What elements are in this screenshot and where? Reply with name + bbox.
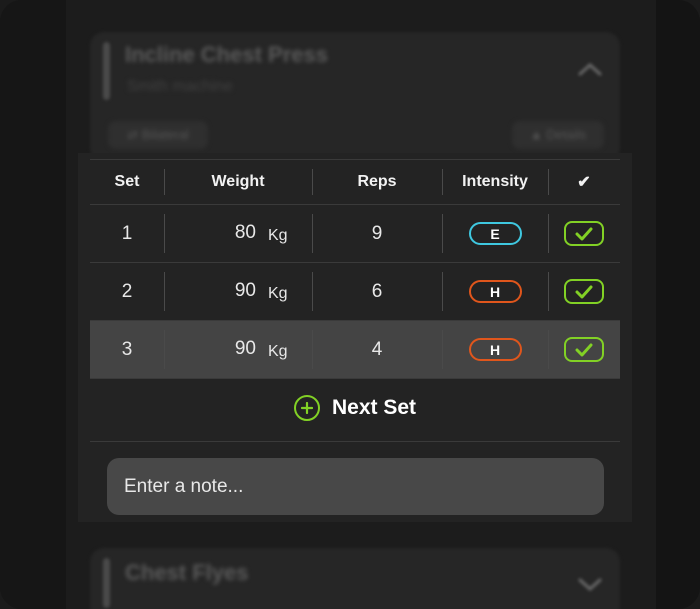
header-reps: Reps <box>357 173 397 190</box>
intensity-badge-easy[interactable]: E <box>468 222 522 245</box>
chevron-up-icon[interactable] <box>578 56 602 82</box>
chevron-down-icon[interactable] <box>578 572 602 598</box>
exercise-subtitle: Smith machine <box>127 78 233 95</box>
plus-circle-icon <box>293 395 320 421</box>
table-row[interactable]: 2 90 Kg 6 H <box>90 263 620 321</box>
weight-unit: Kg <box>268 343 288 360</box>
sets-table: Set Weight Reps Intensity ✔ 1 80 Kg 9 E … <box>90 159 620 379</box>
exercise-accent-bar <box>103 42 110 100</box>
table-header-row: Set Weight Reps Intensity ✔ <box>90 159 620 205</box>
next-exercise-title: Chest Flyes <box>125 560 249 585</box>
app-frame: Incline Chest Press Smith machine ⇄ Bila… <box>0 0 700 609</box>
set-number: 2 <box>121 280 133 302</box>
checkmark-icon <box>575 285 593 298</box>
bilateral-button[interactable]: ⇄ Bilateral <box>108 121 208 149</box>
next-exercise-accent-bar <box>103 558 110 608</box>
intensity-cell: E <box>442 205 548 262</box>
intensity-cell: H <box>442 321 548 378</box>
background-right-panel <box>656 0 700 609</box>
sets-card: Set Weight Reps Intensity ✔ 1 80 Kg 9 E … <box>78 153 632 522</box>
exercise-title: Incline Chest Press <box>125 42 328 67</box>
set-number: 3 <box>121 338 133 360</box>
set-complete-toggle[interactable] <box>564 279 604 304</box>
weight-value: 90 <box>234 280 256 301</box>
weight-cell[interactable]: 90 Kg <box>164 321 312 378</box>
intensity-cell: H <box>442 263 548 320</box>
next-set-label: Next Set <box>331 396 417 419</box>
weight-value: 90 <box>234 338 256 359</box>
reps-cell[interactable]: 9 <box>312 205 442 262</box>
reps-cell[interactable]: 4 <box>312 321 442 378</box>
checkmark-icon <box>575 227 593 240</box>
weight-value: 80 <box>234 222 256 243</box>
background-left-panel <box>0 0 66 609</box>
next-set-button[interactable]: Next Set <box>90 375 620 442</box>
weight-cell[interactable]: 90 Kg <box>164 263 312 320</box>
header-done: ✔ <box>577 174 591 191</box>
intensity-badge-hard[interactable]: H <box>468 280 522 303</box>
done-cell <box>548 321 620 378</box>
weight-unit: Kg <box>268 285 288 302</box>
done-cell <box>548 263 620 320</box>
reps-cell[interactable]: 6 <box>312 263 442 320</box>
set-complete-toggle[interactable] <box>564 337 604 362</box>
header-weight: Weight <box>211 173 265 190</box>
done-cell <box>548 205 620 262</box>
header-set: Set <box>114 173 140 190</box>
note-input[interactable]: Enter a note... <box>107 458 604 515</box>
details-button[interactable]: ▲ Details <box>512 121 604 149</box>
bilateral-label: Bilateral <box>141 127 189 142</box>
weight-unit: Kg <box>268 227 288 244</box>
set-complete-toggle[interactable] <box>564 221 604 246</box>
intensity-badge-hard[interactable]: H <box>468 338 522 361</box>
set-number: 1 <box>121 222 133 244</box>
header-intensity: Intensity <box>462 173 528 190</box>
table-row[interactable]: 3 90 Kg 4 H <box>90 321 620 379</box>
weight-cell[interactable]: 80 Kg <box>164 205 312 262</box>
details-label: Details <box>546 127 587 142</box>
checkmark-icon <box>575 343 593 356</box>
table-row[interactable]: 1 80 Kg 9 E <box>90 205 620 263</box>
